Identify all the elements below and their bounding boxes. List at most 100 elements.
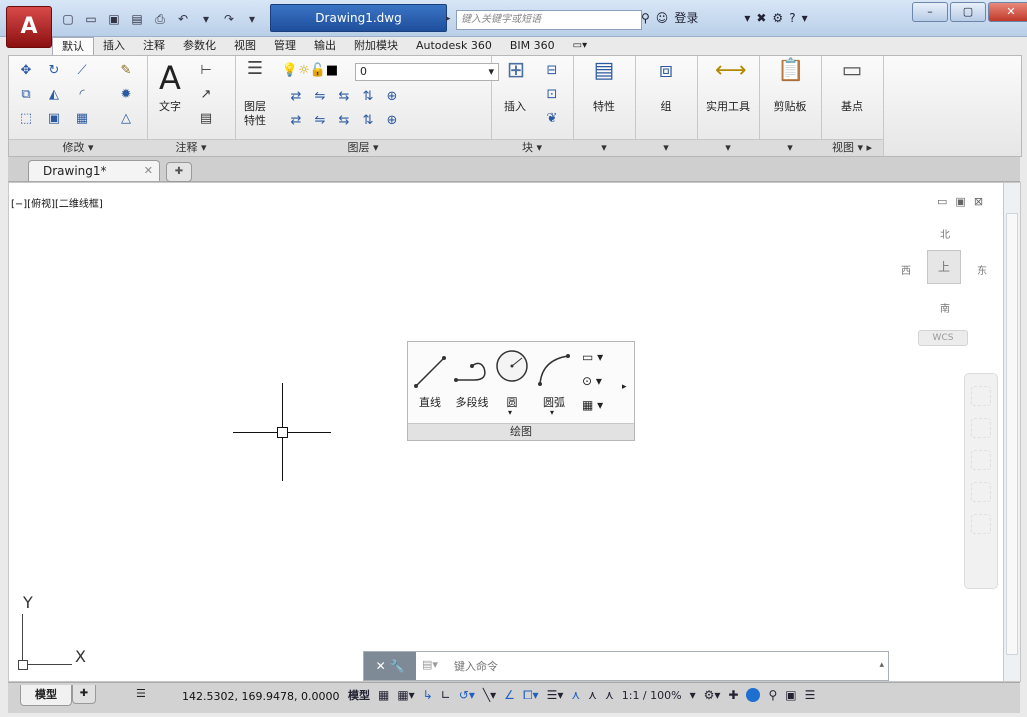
trim-icon[interactable]: ⟋ (73, 62, 91, 80)
undo-dropdown-icon[interactable]: ▾ (196, 9, 216, 29)
layer-tool-8-icon[interactable]: ⇆ (335, 112, 353, 130)
recent-commands-icon[interactable]: ▤▾ (422, 658, 438, 671)
close-command-line-icon[interactable]: ✕ (376, 659, 386, 673)
layer-tool-3-icon[interactable]: ⇆ (335, 88, 353, 106)
model-space-button[interactable]: 模型 (348, 687, 370, 703)
arc-icon[interactable] (536, 350, 572, 390)
viewport-minimize-icon[interactable]: ▭ (937, 195, 947, 208)
viewport-controls-label[interactable]: [−][俯视][二维线框] (11, 195, 103, 210)
isolate-objects-icon[interactable] (746, 688, 761, 702)
redo-dropdown-icon[interactable]: ▾ (242, 9, 262, 29)
search-expand-icon[interactable]: ▸ (446, 10, 456, 28)
array-icon[interactable]: ▦ (73, 110, 91, 128)
auto-scale-icon[interactable]: ⋏ (588, 688, 597, 702)
compass-north[interactable]: 北 (940, 226, 950, 241)
user-icon[interactable]: ☺ (656, 11, 669, 25)
circle-icon[interactable] (494, 348, 530, 384)
panel-title-modify[interactable]: 修改 ▾ (9, 139, 147, 156)
layer-properties-label-1[interactable]: 图层 (237, 100, 273, 113)
hardware-acceleration-icon[interactable]: ⚲ (768, 688, 777, 702)
arc-dropdown-icon[interactable]: ▾ (550, 408, 554, 417)
tab-autodesk-360[interactable]: Autodesk 360 (407, 37, 501, 55)
mirror-icon[interactable]: ◭ (45, 86, 63, 104)
utilities-dropdown[interactable]: ▾ (697, 139, 759, 156)
block-attribute-icon[interactable]: ❦ (543, 110, 561, 128)
compass-west[interactable]: 西 (901, 262, 911, 277)
layer-tool-9-icon[interactable]: ⇅ (359, 112, 377, 130)
layer-tool-7-icon[interactable]: ⇋ (311, 112, 329, 130)
file-tab-drawing1[interactable]: Drawing1* ✕ (28, 160, 160, 181)
rotate-icon[interactable]: ↻ (45, 62, 63, 80)
viewcube[interactable]: 北 南 西 东 上 (897, 226, 993, 316)
measure-icon[interactable]: ⟷ (715, 60, 747, 90)
login-dropdown-icon[interactable]: ▾ (744, 11, 750, 25)
cursor-coordinates[interactable]: 142.5302, 169.9478, 0.0000 (182, 690, 339, 703)
annotation-scale-icon[interactable]: ⋏ (605, 688, 614, 702)
hatch-icon[interactable]: ▦ ▾ (582, 398, 603, 412)
compass-east[interactable]: 东 (977, 262, 987, 277)
leader-icon[interactable]: ↗ (197, 86, 215, 104)
groups-label[interactable]: 组 (641, 100, 691, 113)
tab-manage[interactable]: 管理 (265, 37, 305, 55)
help-icon[interactable]: ? (789, 11, 795, 25)
tab-insert[interactable]: 插入 (94, 37, 134, 55)
command-input[interactable] (454, 652, 864, 680)
help-dropdown-icon[interactable]: ▾ (802, 11, 808, 25)
layer-tool-1-icon[interactable]: ⇄ (287, 88, 305, 106)
close-tab-icon[interactable]: ✕ (144, 161, 153, 181)
line-label[interactable]: 直线 (410, 394, 450, 410)
connect-icon[interactable]: ⚙ (772, 11, 783, 25)
model-tab[interactable]: 模型 (20, 685, 72, 706)
grid-icon[interactable]: ▦ (378, 688, 389, 702)
stretch-icon[interactable]: ⬚ (17, 110, 35, 128)
tab-parametric[interactable]: 参数化 (174, 37, 225, 55)
explode-icon[interactable]: ✹ (117, 86, 135, 104)
clean-screen-icon[interactable]: ▣ (785, 688, 796, 702)
properties-icon[interactable]: ▤ (591, 60, 617, 90)
draw-panel-title[interactable]: 绘图 (408, 423, 634, 440)
basepoint-icon[interactable]: ▭ (839, 60, 865, 90)
basepoint-label[interactable]: 基点 (825, 100, 879, 113)
circle-dropdown-icon[interactable]: ▾ (508, 408, 512, 417)
layer-tool-10-icon[interactable]: ⊕ (383, 112, 401, 130)
dimension-icon[interactable]: ⊢ (197, 62, 215, 80)
scrollbar-thumb[interactable] (1006, 213, 1018, 655)
table-icon[interactable]: ▤ (197, 110, 215, 128)
utilities-label[interactable]: 实用工具 (699, 100, 757, 113)
viewcube-top-face[interactable]: 上 (927, 250, 961, 284)
tab-annotate[interactable]: 注释 (134, 37, 174, 55)
application-menu-button[interactable]: A (6, 6, 52, 48)
clipboard-label[interactable]: 剪贴板 (763, 100, 817, 113)
viewport-close-icon[interactable]: ⊠ (974, 195, 983, 208)
properties-dropdown[interactable]: ▾ (573, 139, 635, 156)
scale-readout[interactable]: 1:1 / 100% (622, 689, 682, 702)
layer-properties-label-2[interactable]: 特性 (237, 114, 273, 127)
exchange-icon[interactable]: ✖ (756, 11, 766, 25)
panel-title-block[interactable]: 块 ▾ (491, 139, 573, 156)
groups-dropdown[interactable]: ▾ (635, 139, 697, 156)
close-button[interactable]: ✕ (988, 2, 1027, 22)
text-button-label[interactable]: 文字 (153, 100, 187, 113)
redo-icon[interactable]: ↷ (219, 9, 239, 29)
move-icon[interactable]: ✥ (17, 62, 35, 80)
add-layout-button[interactable]: ✚ (72, 685, 96, 704)
ribbon-options-icon[interactable]: ▭▾ (564, 37, 596, 55)
viewport-restore-icon[interactable]: ▣ (955, 195, 965, 208)
minimize-button[interactable]: – (912, 2, 948, 22)
ellipse-icon[interactable]: ⊙ ▾ (582, 374, 602, 388)
undo-icon[interactable]: ↶ (173, 9, 193, 29)
snap-icon[interactable]: ▦▾ (397, 688, 414, 702)
layout-tabs-menu-icon[interactable]: ☰ (136, 687, 146, 700)
isodraft-icon[interactable]: ╲▾ (483, 688, 496, 702)
nav-pan-icon[interactable] (971, 418, 991, 438)
object-snap-tracking-icon[interactable]: ∠ (504, 688, 515, 702)
annotation-visibility-icon[interactable]: ⋏ (571, 688, 580, 702)
edit-block-icon[interactable]: ⊡ (543, 86, 561, 104)
panel-expand-icon[interactable]: ▸ (622, 382, 627, 392)
nav-showmotion-icon[interactable] (971, 514, 991, 534)
panel-title-layers[interactable]: 图层 ▾ (235, 139, 491, 156)
save-icon[interactable]: ▣ (104, 9, 124, 29)
offset-icon[interactable]: △ (117, 110, 135, 128)
login-button[interactable]: 登录 (674, 9, 698, 26)
nav-zoom-icon[interactable] (971, 450, 991, 470)
